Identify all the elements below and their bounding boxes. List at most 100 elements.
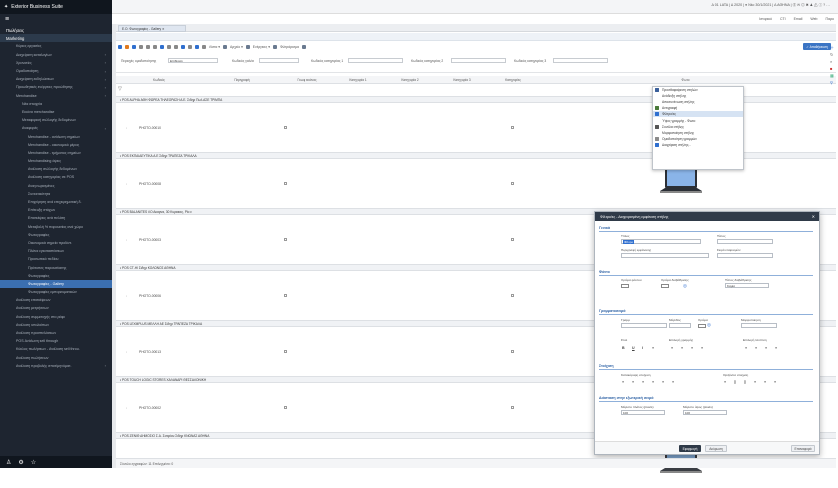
toolbar-icon[interactable] xyxy=(118,45,122,49)
row-expand-icon[interactable]: ▫ xyxy=(126,406,127,410)
column-header-cell[interactable]: Περιγραφή xyxy=(202,78,282,82)
filter-icon[interactable]: ⚲ xyxy=(830,79,838,86)
area-select[interactable]: Επίθεσαν xyxy=(168,58,218,63)
sidebar-item[interactable]: Κύριες εργασίες xyxy=(0,42,112,50)
header-align-bottom-icon[interactable]: ≡ xyxy=(672,380,674,384)
grad-color-swatch[interactable] xyxy=(661,284,669,288)
sidebar-item[interactable]: Merchandise - τμήματος σημείων xyxy=(0,149,112,157)
sidebar-item[interactable]: Πωλήσεις xyxy=(0,26,112,34)
filter-input-2[interactable] xyxy=(348,58,403,63)
toolbar-icon[interactable] xyxy=(146,45,150,49)
util-link[interactable]: Email xyxy=(794,17,803,21)
sidebar-item[interactable]: Διαχείριση εκδηλώσεων › xyxy=(0,75,112,83)
toolbar-icon[interactable] xyxy=(195,45,199,49)
sidebar-item[interactable]: Προσωπικό πεδίου xyxy=(0,255,112,263)
col-align-center-icon[interactable]: ▯ xyxy=(734,380,736,384)
bg-swatch[interactable] xyxy=(621,284,629,288)
row-expand-icon[interactable]: ▫ xyxy=(126,350,127,354)
sidebar-item[interactable]: Merchandise › xyxy=(0,92,112,100)
hamburger-menu-icon[interactable]: ≡ xyxy=(0,14,112,24)
align-justify-icon[interactable]: ≡ xyxy=(701,346,703,350)
col-align-right-icon[interactable]: ▯ xyxy=(744,380,746,384)
apply-button[interactable]: Εφαρμογή xyxy=(679,445,701,452)
type-select[interactable] xyxy=(717,239,773,244)
toolbar-icon[interactable] xyxy=(272,45,277,49)
sidebar-item[interactable]: Συνεκτικότητα xyxy=(0,190,112,198)
toolbar-icon[interactable] xyxy=(153,45,157,49)
toolbar-icon[interactable] xyxy=(160,45,164,49)
util-link[interactable]: Web xyxy=(810,17,817,21)
save-button[interactable]: ✓ Αποθήκευση xyxy=(803,43,831,50)
col-align-justify-icon[interactable]: ≡ xyxy=(754,380,756,384)
sidebar-item[interactable]: Merchandise - ανάλυση σημείων xyxy=(0,132,112,140)
sidebar-item[interactable]: Πρότυπες παρουσίασης xyxy=(0,263,112,271)
align-left-icon[interactable]: ≡ xyxy=(671,346,673,350)
header-align-right-icon[interactable]: ≡ xyxy=(642,380,644,384)
filter-input-1[interactable] xyxy=(259,58,299,63)
fade-input[interactable] xyxy=(741,323,777,328)
settings-icon[interactable]: ⚙ xyxy=(18,459,23,466)
filter-input-4[interactable] xyxy=(553,58,608,63)
toolbar-icon[interactable] xyxy=(181,45,185,49)
underline-icon[interactable]: U xyxy=(632,346,635,350)
cancel-button[interactable]: Ακύρωση xyxy=(705,445,727,452)
delete-icon[interactable]: ■ xyxy=(830,65,838,72)
sidebar-item[interactable]: Επισκέψεις ανά πελάτη xyxy=(0,214,112,222)
toolbar-icon[interactable] xyxy=(139,45,143,49)
checkbox-1[interactable] xyxy=(284,349,287,353)
column-header-cell[interactable]: Κατηγορία 2 xyxy=(384,78,436,82)
title-input[interactable]: Φίλτρο xyxy=(621,239,701,244)
sidebar-item[interactable]: Κύκλος πωλήσεων - Ανάλυση sell throu. xyxy=(0,345,112,353)
font-family-select[interactable] xyxy=(621,323,667,328)
sidebar-item[interactable]: Ανάλυση επισκέψεων xyxy=(0,296,112,304)
valign-bottom-icon[interactable]: ≡ xyxy=(765,346,767,350)
col-align-bottom-icon[interactable]: ≡ xyxy=(774,380,776,384)
font-color-picker-icon[interactable]: ◎ xyxy=(707,322,711,328)
checkbox-1[interactable] xyxy=(284,237,287,241)
header-align-center-icon[interactable]: ≡ xyxy=(632,380,634,384)
sidebar-item[interactable]: Ανάλυση μετρήσεων xyxy=(0,304,112,312)
toolbar-icon[interactable] xyxy=(125,45,129,49)
sidebar-item[interactable]: POS Ανάλυση sell through xyxy=(0,337,112,345)
refresh-icon[interactable]: ↻ xyxy=(830,51,838,58)
font-color-swatch[interactable] xyxy=(698,324,706,328)
align-center-icon[interactable]: ≡ xyxy=(681,346,683,350)
column-header-cell[interactable]: Κατηγορία 1 xyxy=(332,78,384,82)
toolbar-icon[interactable] xyxy=(245,45,250,49)
sidebar-item[interactable]: Πλάνα εγκαταστάσεων xyxy=(0,247,112,255)
excel-icon[interactable]: ▦ xyxy=(830,72,838,79)
sidebar-item[interactable]: Ομαδοποίηση › xyxy=(0,67,112,75)
sidebar-item[interactable]: Μεταφορική συλλογής δεδομένων xyxy=(0,116,112,124)
sidebar-item[interactable]: Ανάλυση συμμετοχής στο ράφι xyxy=(0,313,112,321)
col-align-left-icon[interactable]: ≡ xyxy=(724,380,726,384)
sidebar-item[interactable]: Εικόνα merchandise xyxy=(0,108,112,116)
toolbar-icon[interactable] xyxy=(174,45,178,49)
util-link[interactable]: Παρο xyxy=(826,17,835,21)
add-icon[interactable]: ＋ xyxy=(830,44,838,51)
toolbar-icon[interactable] xyxy=(223,45,228,49)
toolbar-menu[interactable]: Φιλτράρισμα xyxy=(280,45,299,49)
sidebar-item[interactable]: Νέα στοιχεία xyxy=(0,100,112,108)
filter-row-icon[interactable]: ▽ xyxy=(118,86,122,92)
restore-button[interactable]: Επαναφορά xyxy=(791,445,815,452)
header-align-top-icon[interactable]: ≡ xyxy=(662,380,664,384)
checkbox-2[interactable] xyxy=(511,237,514,241)
checkbox-1[interactable] xyxy=(284,293,287,297)
filter-input-3[interactable] xyxy=(451,58,506,63)
sidebar-item[interactable]: Οικονομικά σημεία προϊόντ. xyxy=(0,239,112,247)
sidebar-item[interactable]: Ανάλυση συλλογής δεδομένων xyxy=(0,165,112,173)
gradient-picker-icon[interactable]: ◎ xyxy=(683,283,687,289)
strike-icon[interactable]: ≡ xyxy=(652,346,654,350)
header-align-left-icon[interactable]: ≡ xyxy=(622,380,624,384)
sidebar-item[interactable]: Merchandising όψεις xyxy=(0,157,112,165)
valign-middle-icon[interactable]: ≡ xyxy=(755,346,757,350)
valign-fill-icon[interactable]: ≡ xyxy=(775,346,777,350)
checkbox-2[interactable] xyxy=(511,181,514,185)
toolbar-icon[interactable] xyxy=(302,45,307,49)
sidebar-item[interactable]: Χρονοτίες › xyxy=(0,59,112,67)
sidebar-item[interactable]: Ανάλυση πωλήσεων xyxy=(0,354,112,362)
tab-photo-gallery[interactable]: E.O. Φωτογραφίες - Gallery ✕ xyxy=(118,25,186,32)
util-link[interactable]: CTI xyxy=(780,17,786,21)
checkbox-1[interactable] xyxy=(284,405,287,409)
sidebar-item[interactable]: Ανάλυση κατηγορίας σε POS xyxy=(0,173,112,181)
